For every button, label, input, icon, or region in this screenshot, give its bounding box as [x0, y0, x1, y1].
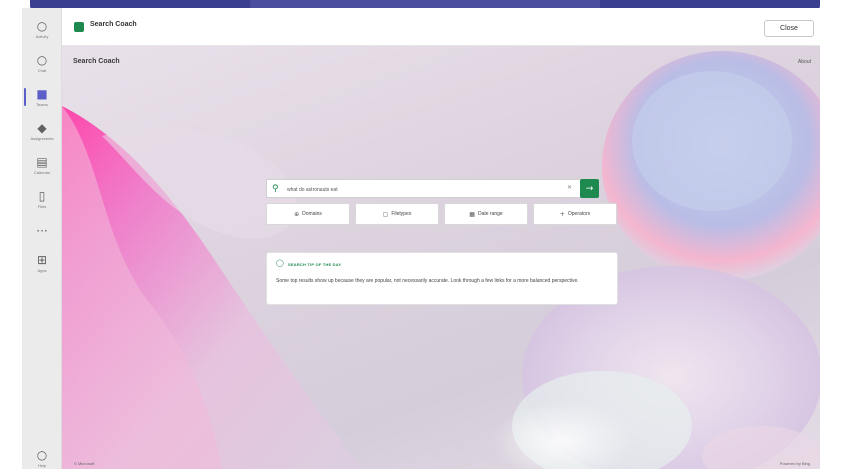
filter-bar: ⊕ Domains ▢ Filetypes ▦ Date range + Ope… [266, 203, 618, 225]
tip-body: Some top results show up because they ar… [276, 278, 579, 284]
calendar-icon: ▤ [36, 154, 48, 169]
app-header: Search Coach Close [62, 8, 820, 46]
filetypes-filter-button[interactable]: ▢ Filetypes [355, 203, 439, 225]
about-link[interactable]: About [798, 59, 811, 65]
rail-item-calendar[interactable]: ▤ Calendar [22, 150, 62, 180]
domains-filter-button[interactable]: ⊕ Domains [266, 203, 350, 225]
lightbulb-icon: ◯ [276, 259, 284, 267]
rail-item-more[interactable]: ··· [22, 216, 62, 246]
file-icon: ▢ [382, 210, 389, 218]
filter-label: Date range [477, 211, 503, 217]
rail-item-apps[interactable]: ⊞ Apps [22, 248, 62, 278]
search-coach-content: Search Coach About ⚲ ✕ → ⊕ Domains ▢ Fil… [62, 46, 820, 469]
globe-icon: ⊕ [294, 210, 300, 218]
files-icon: ▯ [38, 188, 46, 203]
help-icon: ○ [36, 447, 48, 462]
search-tip-card: ◯ SEARCH TIP OF THE DAY Some top results… [266, 252, 618, 305]
app-title: Search Coach [90, 21, 137, 28]
apps-icon: ⊞ [36, 252, 48, 267]
clear-icon[interactable]: ✕ [567, 184, 572, 191]
rail-item-label: Apps [37, 267, 47, 273]
calendar-icon: ▦ [469, 210, 475, 218]
teams-window: ○ Activity ○ Chat ■ Teams ◆ Assignments … [0, 0, 845, 469]
rail-item-label: Calendar [33, 169, 51, 175]
rail-item-label: Teams [36, 101, 48, 107]
powered-by-text: Powered by Bing [779, 461, 810, 466]
copyright-text: © Microsoft [74, 461, 95, 466]
search-coach-logo-icon [74, 22, 84, 32]
search-icon: ⚲ [272, 184, 279, 194]
rail-item-label: Files [37, 203, 47, 209]
assignments-icon: ◆ [37, 120, 47, 135]
rail-item-files[interactable]: ▯ Files [22, 184, 62, 214]
chat-icon: ○ [36, 52, 48, 67]
search-go-button[interactable]: → [580, 179, 599, 198]
rail-item-label: Assignments [30, 135, 54, 141]
teams-icon: ■ [36, 86, 48, 101]
plus-icon: + [559, 210, 565, 218]
page-title: Search Coach [73, 58, 120, 65]
operators-filter-button[interactable]: + Operators [533, 203, 617, 225]
more-icon: ··· [36, 224, 48, 238]
close-button[interactable]: Close [764, 20, 814, 37]
rail-item-teams[interactable]: ■ Teams [22, 82, 62, 112]
rail-item-chat[interactable]: ○ Chat [22, 48, 62, 78]
rail-item-label: Activity [35, 33, 49, 39]
rail-item-label: Chat [37, 67, 47, 73]
date-range-filter-button[interactable]: ▦ Date range [444, 203, 528, 225]
bell-icon: ○ [36, 18, 48, 33]
rail-item-activity[interactable]: ○ Activity [22, 14, 62, 44]
tip-heading: SEARCH TIP OF THE DAY [288, 262, 342, 267]
filter-label: Operators [567, 211, 591, 217]
rail-item-label: Help [37, 462, 47, 468]
rail-item-assignments[interactable]: ◆ Assignments [22, 116, 62, 146]
search-input[interactable] [287, 184, 567, 195]
app-rail: ○ Activity ○ Chat ■ Teams ◆ Assignments … [22, 8, 62, 469]
search-box: ⚲ ✕ → [266, 179, 599, 198]
filter-label: Domains [302, 211, 322, 217]
filter-label: Filetypes [391, 211, 412, 217]
